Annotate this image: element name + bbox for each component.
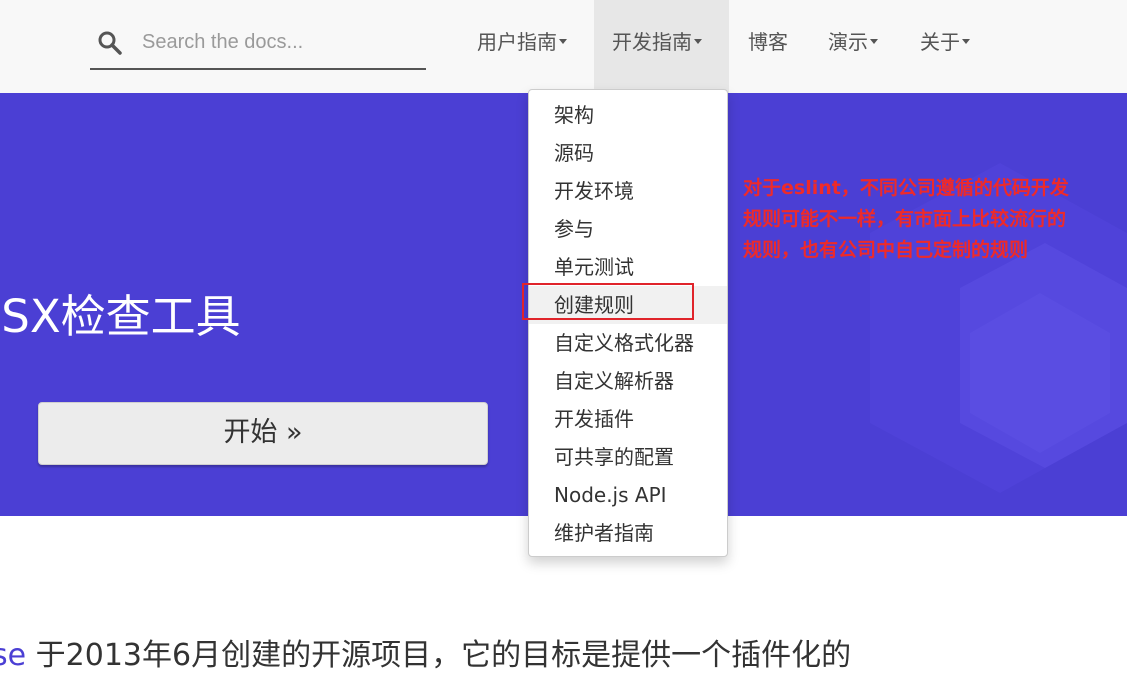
hero-title: JSX检查工具 [0,290,241,343]
nav-item-developer-guide[interactable]: 开发指南 [594,0,729,93]
nav-item-label: 演示 [828,30,868,54]
menu-item-plugins[interactable]: 开发插件 [529,400,727,438]
annotation-line: 规则，也有公司中自己定制的规则 [743,239,1029,261]
search-icon[interactable] [97,30,123,56]
search-input[interactable] [142,28,412,56]
menu-item-source-code[interactable]: 源码 [529,134,727,172]
menu-item-maintainer-guide[interactable]: 维护者指南 [529,514,727,552]
caret-down-icon [962,39,970,44]
nav-item-label: 博客 [748,30,788,54]
nav-item-label: 用户指南 [477,30,557,54]
intro-text: se 于2013年6月创建的开源项目，它的目标是提供一个插件化的 [0,630,851,674]
nav-item-user-guide[interactable]: 用户指南 [477,0,577,93]
annotation-line: 规则可能不一样，有市面上比较流行的 [743,208,1067,230]
search-box [90,20,426,70]
menu-item-nodejs-api[interactable]: Node.js API [529,476,727,514]
start-button[interactable]: 开始 » [38,402,488,465]
intro-link[interactable]: se [0,638,26,673]
nav-item-demo[interactable]: 演示 [828,0,888,93]
menu-item-custom-parsers[interactable]: 自定义解析器 [529,362,727,400]
menu-item-custom-formatters[interactable]: 自定义格式化器 [529,324,727,362]
highlight-box [522,283,694,320]
menu-item-shareable-configs[interactable]: 可共享的配置 [529,438,727,476]
nav-item-blog[interactable]: 博客 [748,0,798,93]
developer-guide-dropdown: 架构 源码 开发环境 参与 单元测试 创建规则 自定义格式化器 自定义解析器 开… [528,89,728,557]
intro-text-content: 于2013年6月创建的开源项目，它的目标是提供一个插件化的 [35,638,852,673]
top-navbar: 用户指南 开发指南 博客 演示 关于 [0,0,1127,93]
caret-down-icon [870,39,878,44]
caret-down-icon [694,39,702,44]
caret-down-icon [559,39,567,44]
annotation-note: 对于eslint，不同公司遵循的代码开发 规则可能不一样，有市面上比较流行的 规… [743,173,1127,266]
menu-item-unit-tests[interactable]: 单元测试 [529,248,727,286]
menu-item-contributing[interactable]: 参与 [529,210,727,248]
nav-item-label: 关于 [920,30,960,54]
menu-item-architecture[interactable]: 架构 [529,96,727,134]
menu-item-dev-environment[interactable]: 开发环境 [529,172,727,210]
nav-item-label: 开发指南 [612,30,692,54]
nav-item-about[interactable]: 关于 [920,0,980,93]
annotation-line: 对于eslint，不同公司遵循的代码开发 [743,177,1069,199]
